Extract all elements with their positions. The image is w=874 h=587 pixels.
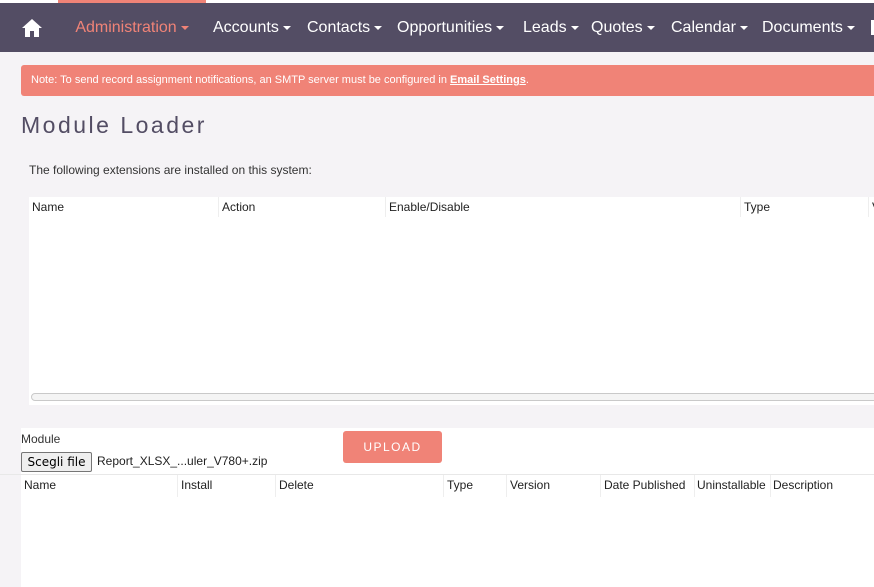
module-upload-form: Module Scegli file Report_XLSX_...uler_V… <box>21 428 874 474</box>
col-header-enable-disable[interactable]: Enable/Disable <box>385 197 740 217</box>
nav-item-contacts[interactable]: Contacts <box>307 3 383 52</box>
nav-item-label: Administration <box>75 19 177 36</box>
smtp-note: Note: To send record assignment notifica… <box>21 65 874 96</box>
nav-item-label: Quotes <box>591 19 643 36</box>
selected-file-name: Report_XLSX_...uler_V780+.zip <box>97 454 268 468</box>
chevron-down-icon <box>496 25 505 30</box>
page-title: Module Loader <box>21 112 207 138</box>
chevron-down-icon <box>374 25 383 30</box>
page: Administration Accounts Contacts Opportu… <box>0 0 874 587</box>
installed-extensions-table: Name Action Enable/Disable Type V <box>29 197 874 405</box>
col-header-action[interactable]: Action <box>218 197 385 217</box>
email-settings-link[interactable]: Email Settings <box>450 74 526 86</box>
col-header-name[interactable]: Name <box>21 475 177 497</box>
nav-item-label: Documents <box>762 19 843 36</box>
chevron-down-icon <box>180 25 189 30</box>
nav-item-documents[interactable]: Documents <box>762 3 855 52</box>
col-header-uninstallable[interactable]: Uninstallable <box>694 475 770 497</box>
nav-item-label: Contacts <box>307 19 371 36</box>
installed-intro: The following extensions are installed o… <box>29 163 312 177</box>
col-header-install[interactable]: Install <box>177 475 275 497</box>
nav-item-label: Accounts <box>213 19 279 36</box>
col-header-description[interactable]: Description <box>770 475 874 497</box>
note-suffix: . <box>525 74 529 86</box>
scrollbar-thumb[interactable] <box>31 393 874 401</box>
main-navbar: Administration Accounts Contacts Opportu… <box>0 0 874 52</box>
note-text: Note: To send record assignment notifica… <box>31 74 451 86</box>
upload-button[interactable]: UPLOAD <box>343 431 442 463</box>
nav-item-administration[interactable]: Administration <box>58 0 206 52</box>
horizontal-scrollbar[interactable] <box>29 392 874 403</box>
col-header-date-published[interactable]: Date Published <box>600 475 694 497</box>
nav-item-accounts[interactable]: Accounts <box>213 3 291 52</box>
available-modules-table: Name Install Delete Type Version Date Pu… <box>21 475 874 587</box>
nav-item-leads[interactable]: Leads <box>523 3 579 52</box>
chevron-down-icon <box>646 25 655 30</box>
col-header-version[interactable]: V <box>868 197 874 217</box>
col-header-name[interactable]: Name <box>29 197 218 217</box>
choose-file-button[interactable]: Scegli file <box>21 452 92 472</box>
col-header-delete[interactable]: Delete <box>275 475 443 497</box>
home-button[interactable] <box>0 3 64 52</box>
module-label: Module <box>21 432 61 446</box>
nav-item-opportunities[interactable]: Opportunities <box>397 3 505 52</box>
chevron-down-icon <box>282 25 291 30</box>
home-icon <box>22 18 42 37</box>
chevron-down-icon <box>570 25 579 30</box>
col-header-type[interactable]: Type <box>740 197 868 217</box>
nav-item-calendar[interactable]: Calendar <box>671 3 748 52</box>
chevron-down-icon <box>739 25 748 30</box>
nav-item-quotes[interactable]: Quotes <box>591 3 655 52</box>
chevron-down-icon <box>846 25 855 30</box>
col-header-type[interactable]: Type <box>443 475 506 497</box>
nav-item-label: Opportunities <box>397 19 493 36</box>
nav-item-label: Leads <box>523 19 567 36</box>
col-header-version[interactable]: Version <box>506 475 600 497</box>
nav-item-label: Calendar <box>671 19 736 36</box>
